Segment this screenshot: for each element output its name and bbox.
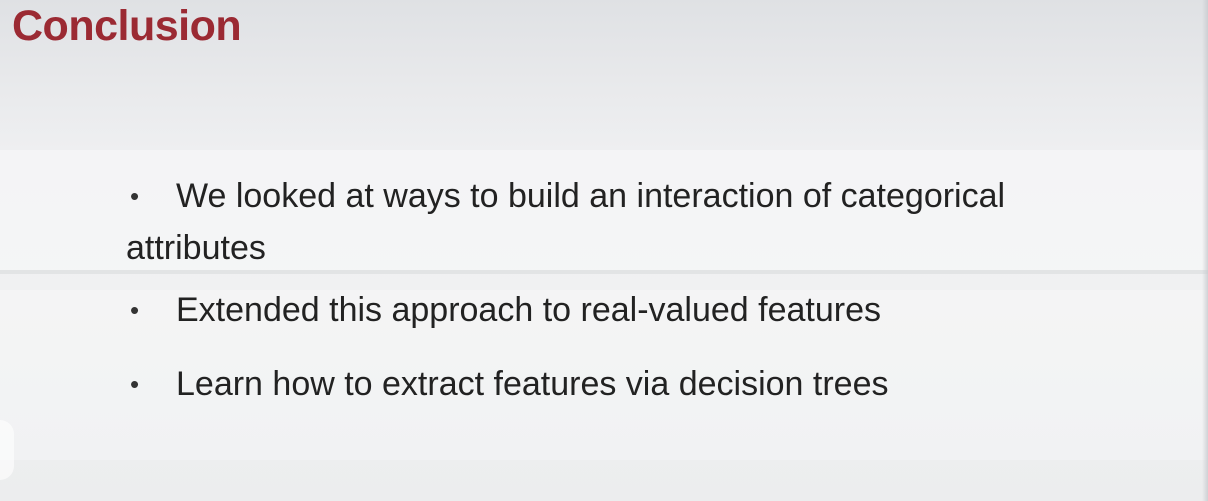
slide-title: Conclusion — [12, 2, 242, 50]
bullet-dot: • — [130, 295, 140, 325]
bullet-dot: • — [130, 181, 140, 211]
bullet-text: Extended this approach to real-valued fe… — [176, 291, 882, 329]
bullet-item: • Extended this approach to real-valued f… — [126, 284, 1126, 336]
bullet-dot: • — [130, 369, 140, 399]
slide-edge-highlight — [0, 420, 14, 480]
bullet-text: Learn how to extract features via decisi… — [176, 365, 889, 403]
bullet-list: • We looked at ways to build an interacti… — [126, 170, 1126, 410]
bullet-item: • We looked at ways to build an interacti… — [126, 170, 1126, 274]
slide: Conclusion • We looked at ways to build a… — [0, 0, 1208, 501]
bullet-text: We looked at ways to build an interactio… — [126, 177, 1006, 267]
bullet-item: • Learn how to extract features via decis… — [126, 358, 1126, 410]
slide-edge-shadow — [1202, 0, 1208, 501]
